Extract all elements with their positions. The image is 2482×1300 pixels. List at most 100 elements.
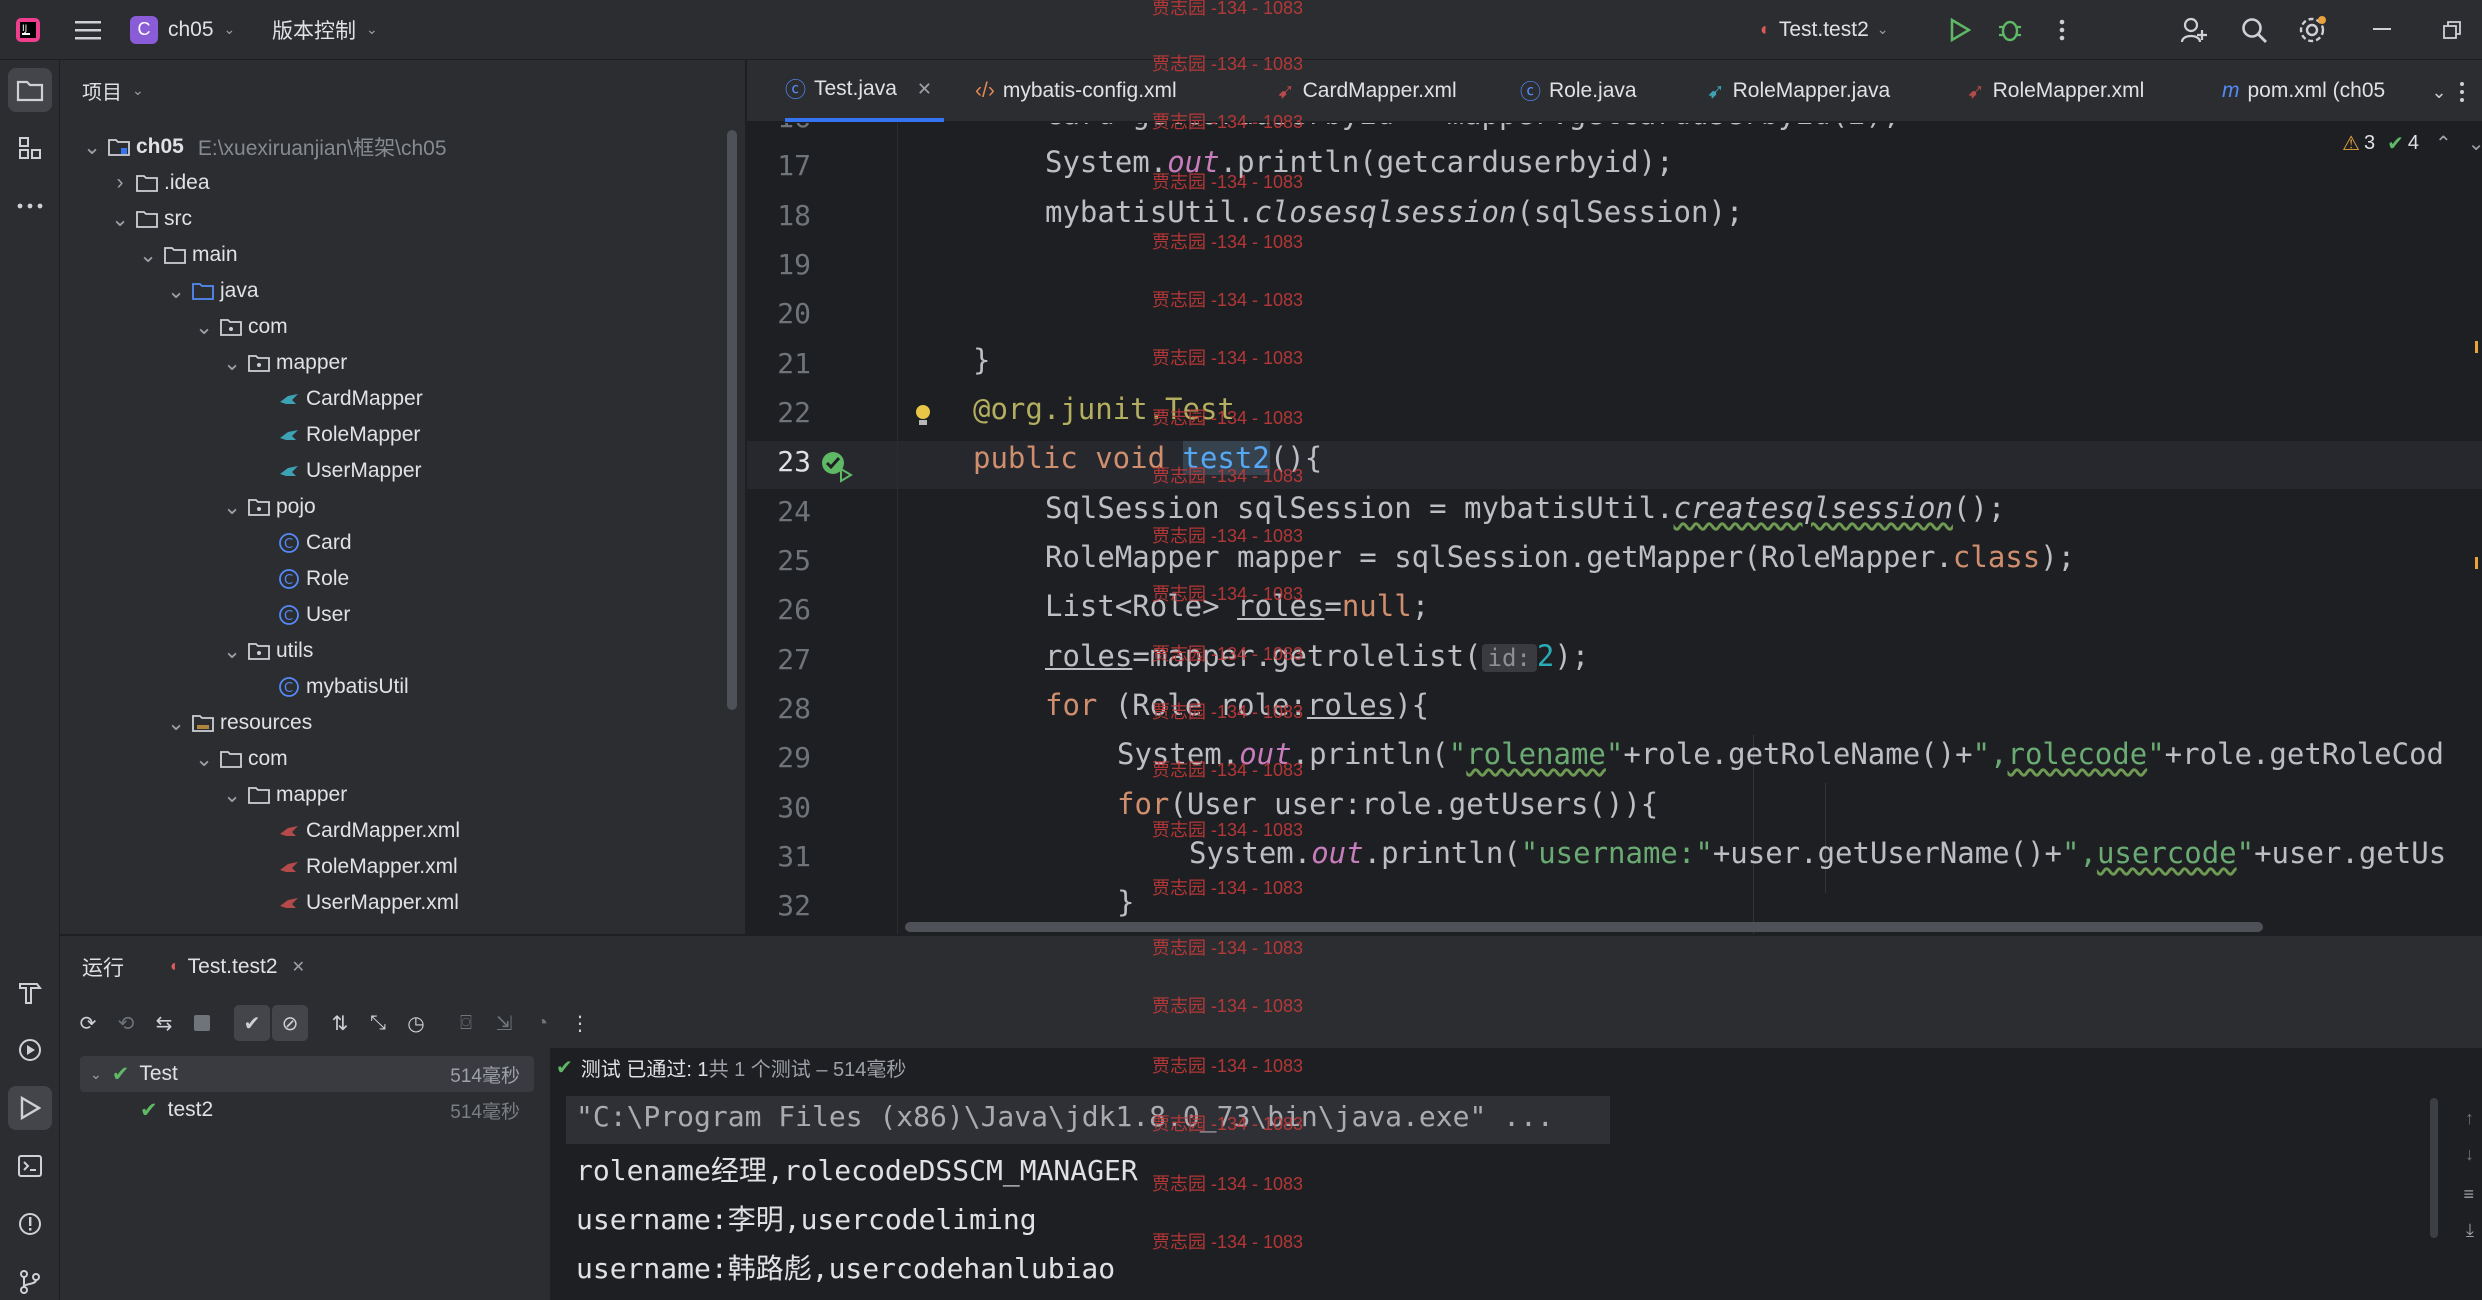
more-tools-icon[interactable]: [8, 184, 52, 228]
tree-root-ch05[interactable]: ⌄ ch05 E:\xuexiruanjian\框架\ch05: [82, 129, 446, 165]
more-actions-icon[interactable]: [2040, 8, 2084, 52]
tabs-more-icon[interactable]: [2447, 70, 2477, 114]
code-editor[interactable]: ⚠ 3 ✔ 4 ⌃ ⌄ 16 17 18 19 20 21 22 23 24 2…: [747, 123, 2482, 934]
tree-node-res-com[interactable]: ⌄ com: [194, 741, 288, 777]
vcs-menu[interactable]: 版本控制 ⌄: [272, 15, 378, 45]
code-token: SqlSession sqlSession = mybatisUtil.: [1045, 491, 1674, 525]
error-stripe-mark[interactable]: [2475, 341, 2478, 353]
stop-icon[interactable]: [184, 1005, 220, 1041]
code-line-24: SqlSession sqlSession = mybatisUtil.crea…: [1045, 491, 2005, 525]
tree-node-utils[interactable]: ⌄ utils: [222, 633, 313, 669]
warnings-count: 3: [2363, 132, 2376, 154]
tree-node-pojo[interactable]: ⌄ pojo: [222, 489, 316, 525]
inspection-widget[interactable]: ⚠ 3 ✔ 4 ⌃ ⌄: [2342, 131, 2482, 156]
sort-icon[interactable]: ⇅: [322, 1005, 358, 1041]
tree-node-role[interactable]: C Role: [278, 561, 349, 597]
tree-node-src[interactable]: ⌄ src: [110, 201, 192, 237]
run-test-passed-icon[interactable]: [819, 449, 853, 488]
test-row-test2[interactable]: ✔ test2 514毫秒: [80, 1092, 534, 1128]
test-row-test[interactable]: ⌄ ✔ Test 514毫秒: [80, 1056, 534, 1092]
tree-node-label: java: [220, 279, 259, 302]
tree-node-resources[interactable]: ⌄ resources: [166, 705, 312, 741]
tab-rolemapper-xml[interactable]: ➹ RoleMapper.xml: [1967, 60, 2144, 122]
tree-node-label: mybatisUtil: [306, 675, 409, 698]
soft-wrap-icon[interactable]: ≡: [2463, 1184, 2474, 1205]
tree-node-idea[interactable]: › .idea: [110, 165, 210, 201]
camera-icon[interactable]: ⌼: [448, 1005, 484, 1041]
tree-node-rolemapper-xml[interactable]: RoleMapper.xml: [278, 849, 458, 885]
code-token: +user.getUserName()+: [1712, 836, 2063, 870]
editor-horizontal-scrollbar[interactable]: [905, 922, 2263, 932]
mybatis-bird-icon: [278, 388, 300, 410]
project-switcher[interactable]: C ch05 ⌄: [130, 15, 235, 44]
show-ignored-icon[interactable]: ⊘: [272, 1005, 308, 1041]
main-menu-icon[interactable]: [66, 8, 110, 52]
project-scrollbar[interactable]: [727, 130, 737, 710]
tab-role-java[interactable]: ⓒ Role.java: [1520, 60, 1637, 122]
tab-test-java[interactable]: ⓒ Test.java ✕: [785, 60, 944, 122]
close-icon[interactable]: ✕: [917, 79, 932, 100]
project-panel-title: 项目: [82, 81, 122, 104]
more-actions-icon[interactable]: ⋮: [562, 1005, 598, 1041]
chevron-down-icon[interactable]: ⌄: [2468, 131, 2482, 156]
ide-logo-icon[interactable]: IJ: [14, 16, 42, 44]
structure-icon[interactable]: [8, 126, 52, 170]
debug-icon[interactable]: [1988, 8, 2032, 52]
settings-gear-icon[interactable]: [2290, 8, 2334, 52]
search-icon[interactable]: [2232, 8, 2276, 52]
restore-window-icon[interactable]: [2430, 8, 2474, 52]
tree-node-java[interactable]: ⌄ java: [166, 273, 259, 309]
scroll-down-icon[interactable]: ↓: [2465, 1144, 2474, 1165]
export-icon[interactable]: ⇲: [486, 1005, 522, 1041]
test-row-time: 514毫秒: [450, 1101, 520, 1123]
scroll-up-icon[interactable]: ↑: [2465, 1108, 2474, 1129]
history-clock-icon[interactable]: ◷: [398, 1005, 434, 1041]
tree-node-user[interactable]: C User: [278, 597, 350, 633]
chevron-up-icon[interactable]: ⌃: [2435, 131, 2452, 156]
terminal-icon[interactable]: [8, 1144, 52, 1188]
tree-node-label: main: [192, 243, 238, 266]
project-panel-header[interactable]: 项目 ⌄: [60, 60, 745, 120]
add-user-icon[interactable]: [2172, 8, 2216, 52]
tree-node-usermapper[interactable]: UserMapper: [278, 453, 422, 489]
run-config-selector[interactable]: ◐ Test.test2 ⌄: [1760, 18, 1889, 42]
coverage-icon[interactable]: ◔: [524, 1005, 560, 1041]
run-tool-icon[interactable]: [8, 1086, 52, 1130]
build-hammer-icon[interactable]: [8, 970, 52, 1014]
scroll-to-end-icon[interactable]: ⤓: [2466, 1220, 2474, 1241]
rerun-failed-icon[interactable]: ⟲: [108, 1005, 144, 1041]
tab-cardmapper-xml[interactable]: ➹ CardMapper.xml: [1277, 60, 1457, 122]
tree-node-cardmapper-xml[interactable]: CardMapper.xml: [278, 813, 460, 849]
line-number: 18: [777, 199, 811, 232]
tree-node-usermapper-xml[interactable]: UserMapper.xml: [278, 885, 459, 921]
tree-node-main[interactable]: ⌄ main: [138, 237, 238, 273]
services-icon[interactable]: [8, 1028, 52, 1072]
code-line-29: System.out.println("rolename"+role.getRo…: [1117, 737, 2444, 771]
toggle-auto-test-icon[interactable]: ⇆: [146, 1005, 182, 1041]
git-icon[interactable]: [8, 1260, 52, 1300]
tree-node-cardmapper[interactable]: CardMapper: [278, 381, 423, 417]
problems-icon[interactable]: [8, 1202, 52, 1246]
tab-rolemapper-java[interactable]: ➹ RoleMapper.java: [1707, 60, 1890, 122]
run-icon[interactable]: [1938, 8, 1982, 52]
error-stripe-mark[interactable]: [2475, 557, 2478, 569]
project-folder-icon[interactable]: [8, 68, 52, 112]
tree-node-res-mapper[interactable]: ⌄ mapper: [222, 777, 347, 813]
console-output[interactable]: ✔ 测试 已通过: 1 共 1 个测试 – 514毫秒 "C:\Program …: [550, 1048, 2482, 1300]
code-token: roles: [1045, 639, 1133, 673]
intention-bulb-icon[interactable]: [913, 403, 933, 434]
tree-node-mapper[interactable]: ⌄ mapper: [222, 345, 347, 381]
run-tab-test2[interactable]: ◐ Test.test2 ✕: [170, 955, 305, 979]
show-passed-icon[interactable]: ✔: [234, 1005, 270, 1041]
rerun-icon[interactable]: ⟳: [70, 1005, 106, 1041]
tree-node-mybatisutil[interactable]: C mybatisUtil: [278, 669, 409, 705]
tree-node-com[interactable]: ⌄ com: [194, 309, 288, 345]
close-icon[interactable]: ✕: [292, 957, 305, 977]
tree-node-card[interactable]: C Card: [278, 525, 352, 561]
tab-mybatis-config[interactable]: ‹/› mybatis-config.xml: [975, 60, 1177, 122]
collapse-all-icon[interactable]: ⤡: [360, 1005, 396, 1041]
tab-pom-xml[interactable]: m pom.xml (ch05: [2222, 60, 2385, 122]
minimize-icon[interactable]: [2360, 8, 2404, 52]
tree-node-rolemapper[interactable]: RoleMapper: [278, 417, 420, 453]
console-scrollbar[interactable]: [2430, 1098, 2438, 1238]
